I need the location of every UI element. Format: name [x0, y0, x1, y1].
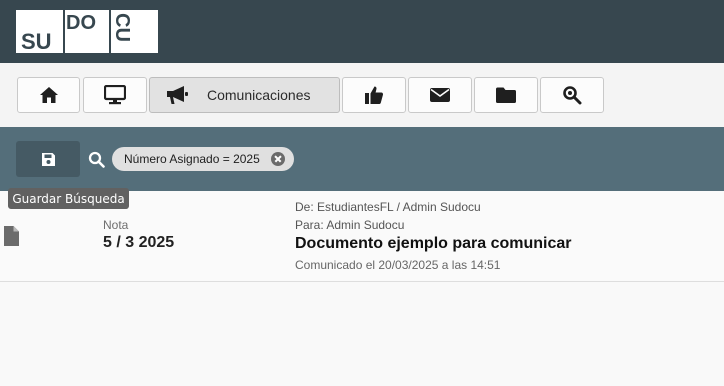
search-bar: Número Asignado = 2025: [0, 127, 724, 191]
save-search-tooltip: Guardar Búsqueda: [8, 188, 129, 209]
nav-comunicaciones-button[interactable]: Comunicaciones: [149, 77, 340, 113]
document-icon: [4, 226, 19, 246]
remove-filter-icon[interactable]: [271, 152, 285, 166]
folder-icon: [496, 87, 516, 103]
filter-chip-label: Número Asignado = 2025: [124, 152, 260, 166]
top-bar: SU DO CU: [0, 0, 724, 63]
floppy-disk-icon: [41, 152, 55, 166]
document-type: Nota: [103, 218, 129, 232]
nav-desktop-button[interactable]: [83, 77, 147, 113]
megaphone-icon: [167, 86, 188, 104]
nav-comunicaciones-label: Comunicaciones: [207, 87, 311, 103]
svg-text:CU: CU: [111, 13, 133, 42]
document-subject[interactable]: Documento ejemplo para comunicar: [295, 235, 572, 253]
envelope-icon: [430, 88, 450, 102]
main-nav: Comunicaciones: [0, 63, 724, 127]
nav-search-settings-button[interactable]: [540, 77, 604, 113]
svg-text:DO: DO: [66, 12, 96, 34]
nav-mail-button[interactable]: [408, 77, 472, 113]
save-search-button[interactable]: [16, 141, 80, 177]
thumbs-up-icon: [365, 86, 384, 104]
filter-chip[interactable]: Número Asignado = 2025: [112, 147, 294, 171]
communication-date: Comunicado el 20/03/2025 a las 14:51: [295, 258, 501, 272]
nav-likes-button[interactable]: [342, 77, 406, 113]
sudocu-logo[interactable]: SU DO CU: [16, 10, 158, 53]
home-icon: [39, 87, 58, 103]
monitor-icon: [104, 85, 126, 105]
svg-text:SU: SU: [21, 29, 52, 53]
document-number: 5 / 3 2025: [103, 234, 175, 251]
sender: De: EstudiantesFL / Admin Sudocu: [295, 200, 481, 214]
search-settings-icon: [563, 86, 582, 105]
nav-files-button[interactable]: [474, 77, 538, 113]
search-icon[interactable]: [88, 151, 105, 168]
nav-home-button[interactable]: [17, 77, 80, 113]
recipient: Para: Admin Sudocu: [295, 218, 405, 232]
